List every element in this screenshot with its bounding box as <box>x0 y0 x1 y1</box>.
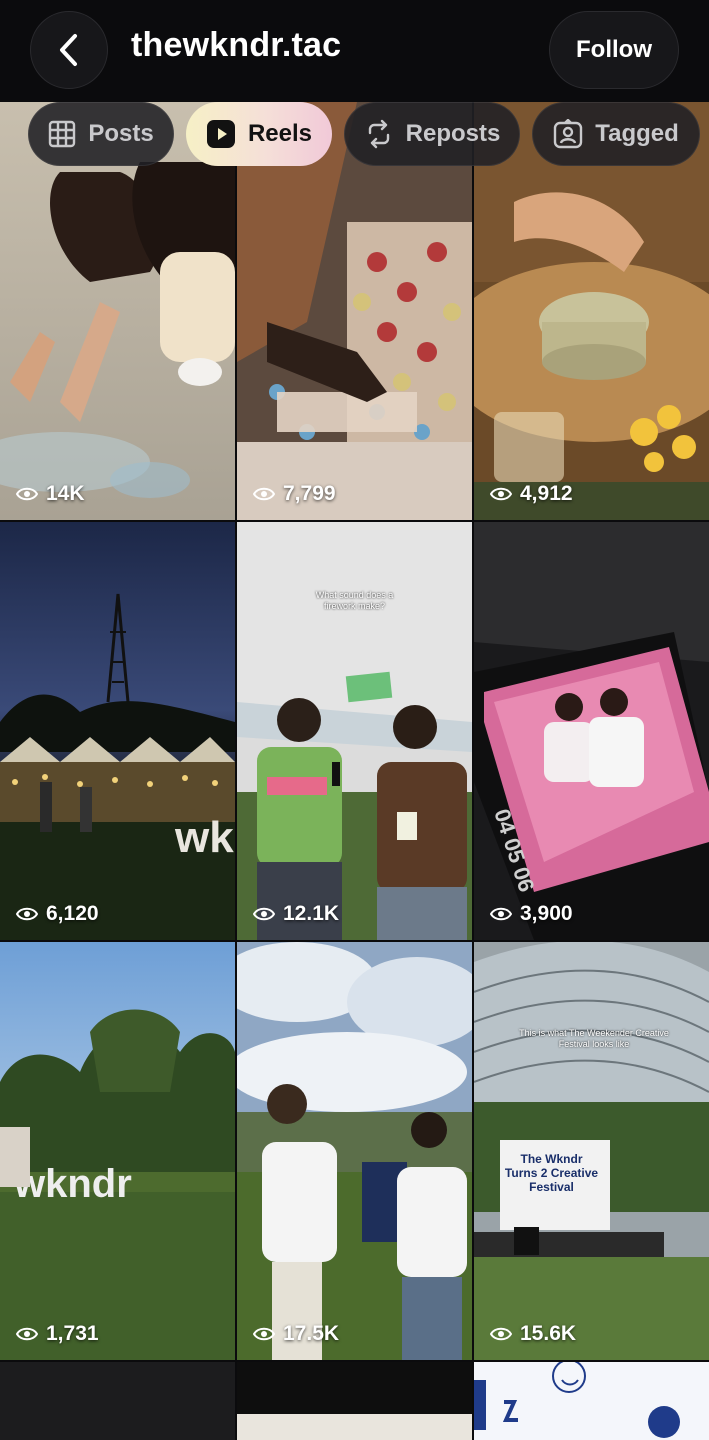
follow-button[interactable]: Follow <box>549 11 679 89</box>
reel-caption-overlay: This is what The Weekender Creative Fest… <box>519 1028 669 1049</box>
eye-icon <box>253 1327 275 1341</box>
tab-label: Reposts <box>405 120 501 147</box>
reel-image <box>474 1362 709 1440</box>
grid-icon <box>49 120 76 148</box>
view-count-text: 7,799 <box>283 482 336 505</box>
eye-icon <box>253 907 275 921</box>
view-count: 3,900 <box>490 902 573 926</box>
tab-posts[interactable]: Posts <box>28 102 174 166</box>
tab-label: Posts <box>88 120 154 147</box>
reel-thumbnail[interactable]: 04 05 06 3,900 <box>474 522 709 940</box>
eye-icon <box>253 487 275 501</box>
view-count-text: 4,912 <box>520 482 573 505</box>
reel-image <box>237 942 472 1360</box>
tab-label: Tagged <box>595 120 679 147</box>
reel-image: wk <box>0 522 235 940</box>
eye-icon <box>490 487 512 501</box>
view-count: 1,731 <box>16 1322 99 1346</box>
chevron-left-icon <box>60 34 77 66</box>
tab-label: Reels <box>247 120 313 147</box>
tab-reposts[interactable]: Reposts <box>344 102 520 166</box>
reels-icon <box>206 120 235 148</box>
view-count: 12.1K <box>253 902 339 926</box>
reel-thumbnail[interactable]: wkndr 1,731 <box>0 942 235 1360</box>
eye-icon <box>16 907 38 921</box>
reel-thumbnail[interactable]: This is what The Weekender Creative Fest… <box>474 942 709 1360</box>
profile-header: thewkndr.tac Follow <box>0 0 709 102</box>
view-count: 15.6K <box>490 1322 576 1346</box>
reel-thumbnail[interactable] <box>0 1362 235 1440</box>
view-count-text: 14K <box>46 482 85 505</box>
event-banner-text: The Wkndr Turns 2 Creative Festival <box>504 1152 599 1194</box>
reels-grid: 14K 7,799 4,912 wk 6,120 What sound does… <box>0 102 709 1440</box>
wkndr-sign: wkndr <box>13 1162 132 1206</box>
eye-icon <box>490 907 512 921</box>
eye-icon <box>16 1327 38 1341</box>
reel-thumbnail[interactable]: What sound does a firework make? 12.1K <box>237 522 472 940</box>
tab-tagged[interactable]: Tagged <box>532 102 700 166</box>
svg-text:wk: wk <box>174 813 234 862</box>
view-count-text: 3,900 <box>520 902 573 925</box>
reel-image: wkndr <box>0 942 235 1360</box>
view-count-text: 6,120 <box>46 902 99 925</box>
reel-thumbnail[interactable]: wk 6,120 <box>0 522 235 940</box>
view-count-text: 12.1K <box>283 902 340 925</box>
reel-thumbnail[interactable] <box>237 1362 472 1440</box>
reel-thumbnail[interactable] <box>474 1362 709 1440</box>
eye-icon <box>16 487 38 501</box>
reel-image: 04 05 06 <box>474 522 709 940</box>
tagged-icon <box>554 119 583 149</box>
tab-reels[interactable]: Reels <box>186 102 332 166</box>
view-count: 14K <box>16 482 85 506</box>
view-count-text: 1,731 <box>46 1322 99 1345</box>
view-count: 7,799 <box>253 482 336 506</box>
view-count-text: 17.5K <box>283 1322 340 1345</box>
back-button[interactable] <box>30 11 108 89</box>
view-count: 6,120 <box>16 902 99 926</box>
view-count-text: 15.6K <box>520 1322 577 1345</box>
reel-image <box>474 942 709 1360</box>
repost-icon <box>368 119 389 149</box>
content-tabs: Posts Reels Reposts Tagged <box>0 102 709 166</box>
profile-username: thewkndr.tac <box>131 26 342 64</box>
eye-icon <box>490 1327 512 1341</box>
view-count: 4,912 <box>490 482 573 506</box>
reel-image <box>237 522 472 940</box>
view-count: 17.5K <box>253 1322 339 1346</box>
reel-caption-overlay: What sound does a firework make? <box>315 590 394 611</box>
reel-thumbnail[interactable]: 17.5K <box>237 942 472 1360</box>
reel-image <box>237 1414 472 1440</box>
